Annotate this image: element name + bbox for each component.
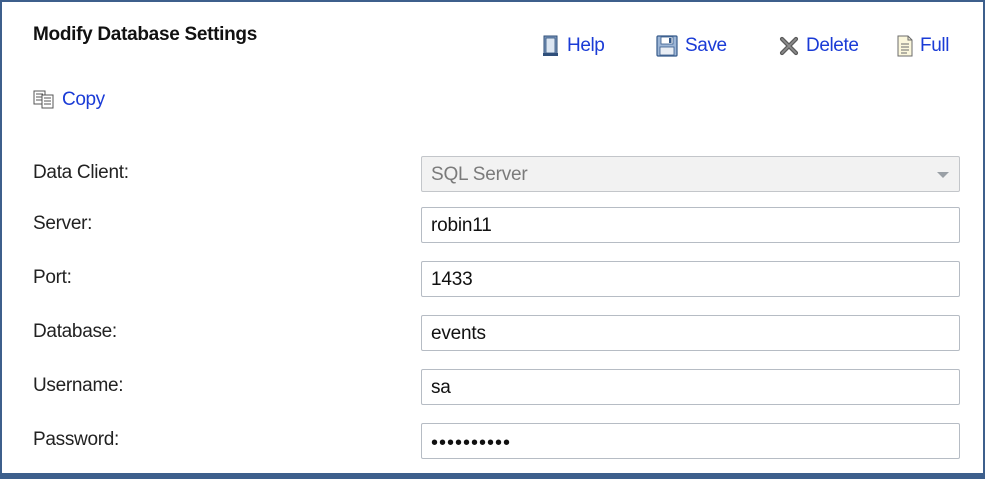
save-button[interactable]: Save (656, 32, 727, 60)
password-label: Password: (33, 429, 120, 450)
dropdown-caret-icon (937, 172, 949, 178)
database-input[interactable]: events (421, 315, 960, 351)
copy-label: Copy (62, 89, 105, 110)
help-book-icon (542, 35, 560, 57)
database-row: Database: events (2, 315, 983, 357)
data-client-select[interactable]: SQL Server (421, 156, 960, 192)
server-label: Server: (33, 213, 93, 234)
save-label: Save (685, 35, 727, 56)
data-client-row: Data Client: SQL Server (2, 156, 983, 198)
username-label: Username: (33, 375, 124, 396)
toolbar: Help Save Delete Full (2, 32, 983, 62)
modify-database-settings-panel: Modify Database Settings Help Save Delet… (0, 0, 985, 479)
save-disk-icon (656, 35, 678, 57)
help-label: Help (567, 35, 605, 56)
server-input[interactable]: robin11 (421, 207, 960, 243)
full-label: Full (920, 35, 950, 56)
full-button[interactable]: Full (897, 32, 949, 60)
delete-button[interactable]: Delete (779, 32, 859, 60)
data-client-label: Data Client: (33, 162, 129, 183)
help-button[interactable]: Help (542, 32, 605, 60)
database-label: Database: (33, 321, 117, 342)
full-document-icon (897, 35, 913, 57)
password-row: Password: •••••••••• (2, 423, 983, 465)
username-row: Username: sa (2, 369, 983, 411)
port-input[interactable]: 1433 (421, 261, 960, 297)
port-row: Port: 1433 (2, 261, 983, 303)
copy-documents-icon (33, 90, 55, 110)
delete-label: Delete (806, 35, 859, 56)
username-input[interactable]: sa (421, 369, 960, 405)
copy-button[interactable]: Copy (33, 86, 105, 114)
data-client-value: SQL Server (431, 164, 528, 185)
server-row: Server: robin11 (2, 207, 983, 249)
delete-x-icon (779, 36, 799, 56)
password-input[interactable]: •••••••••• (421, 423, 960, 459)
port-label: Port: (33, 267, 72, 288)
